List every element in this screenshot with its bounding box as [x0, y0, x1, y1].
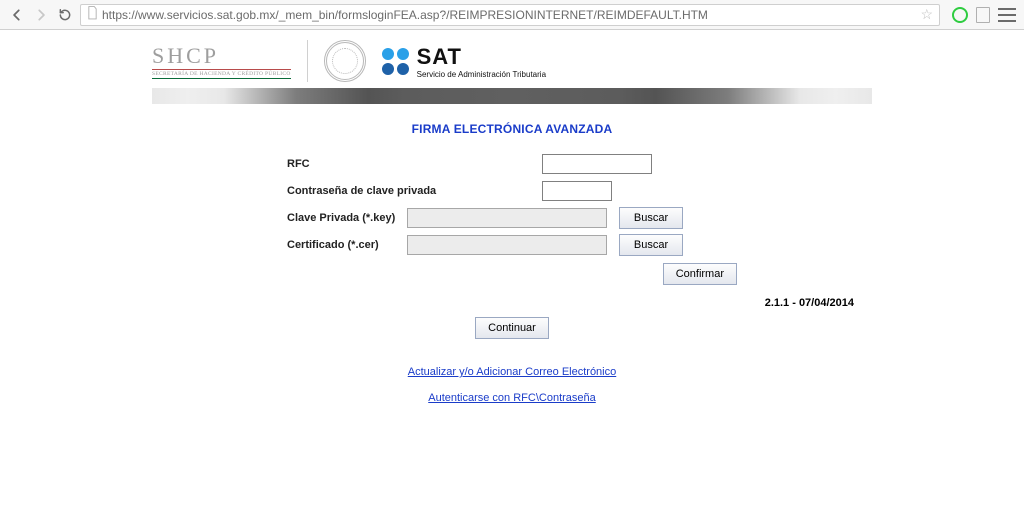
password-input[interactable]	[542, 181, 612, 201]
forward-button[interactable]	[32, 6, 50, 24]
page-icon	[87, 6, 98, 23]
private-key-path-display	[407, 208, 607, 228]
private-key-label: Clave Privada (*.key)	[287, 212, 407, 224]
sat-logo: SAT Servicio de Administración Tributari…	[382, 44, 546, 79]
extension-page-icon[interactable]	[976, 7, 990, 23]
header-logos: SHCP SECRETARÍA DE HACIENDA Y CRÉDITO PÚ…	[152, 30, 872, 88]
page-title: FIRMA ELECTRÓNICA AVANZADA	[0, 122, 1024, 136]
auth-rfc-password-link[interactable]: Autenticarse con RFC\Contraseña	[428, 392, 596, 404]
bookmark-star-icon[interactable]: ☆	[920, 6, 933, 23]
browse-certificate-button[interactable]: Buscar	[619, 234, 683, 256]
rfc-input[interactable]	[542, 154, 652, 174]
page-body: SHCP SECRETARÍA DE HACIENDA Y CRÉDITO PÚ…	[0, 30, 1024, 411]
extension-area	[952, 7, 1016, 23]
sat-logo-text: SAT	[417, 44, 546, 70]
shcp-logo-text: SHCP	[152, 43, 291, 69]
auxiliary-links: Actualizar y/o Adicionar Correo Electrón…	[0, 359, 1024, 411]
menu-button[interactable]	[998, 8, 1016, 22]
sat-logo-subtext: Servicio de Administración Tributaria	[417, 70, 546, 79]
update-email-link[interactable]: Actualizar y/o Adicionar Correo Electrón…	[408, 366, 616, 378]
header-gradient-strip	[152, 88, 872, 104]
browser-toolbar: https://www.servicios.sat.gob.mx/_mem_bi…	[0, 0, 1024, 30]
password-label: Contraseña de clave privada	[287, 185, 457, 197]
login-form: RFC Contraseña de clave privada Clave Pr…	[287, 150, 737, 287]
rfc-label: RFC	[287, 158, 457, 170]
certificate-label: Certificado (*.cer)	[287, 239, 407, 251]
extension-green-circle-icon[interactable]	[952, 7, 968, 23]
reload-button[interactable]	[56, 6, 74, 24]
url-bar[interactable]: https://www.servicios.sat.gob.mx/_mem_bi…	[80, 4, 940, 26]
certificate-path-display	[407, 235, 607, 255]
browse-private-key-button[interactable]: Buscar	[619, 207, 683, 229]
version-text: 2.1.1 - 07/04/2014	[152, 297, 872, 309]
logo-divider	[307, 40, 308, 82]
shcp-logo-subtext: SECRETARÍA DE HACIENDA Y CRÉDITO PÚBLICO	[152, 69, 291, 79]
shcp-logo: SHCP SECRETARÍA DE HACIENDA Y CRÉDITO PÚ…	[152, 43, 291, 79]
url-text: https://www.servicios.sat.gob.mx/_mem_bi…	[102, 8, 708, 22]
sat-dots-icon	[382, 48, 409, 75]
continue-button[interactable]: Continuar	[475, 317, 549, 339]
confirm-button[interactable]: Confirmar	[663, 263, 737, 285]
mexico-seal-icon	[324, 40, 366, 82]
back-button[interactable]	[8, 6, 26, 24]
